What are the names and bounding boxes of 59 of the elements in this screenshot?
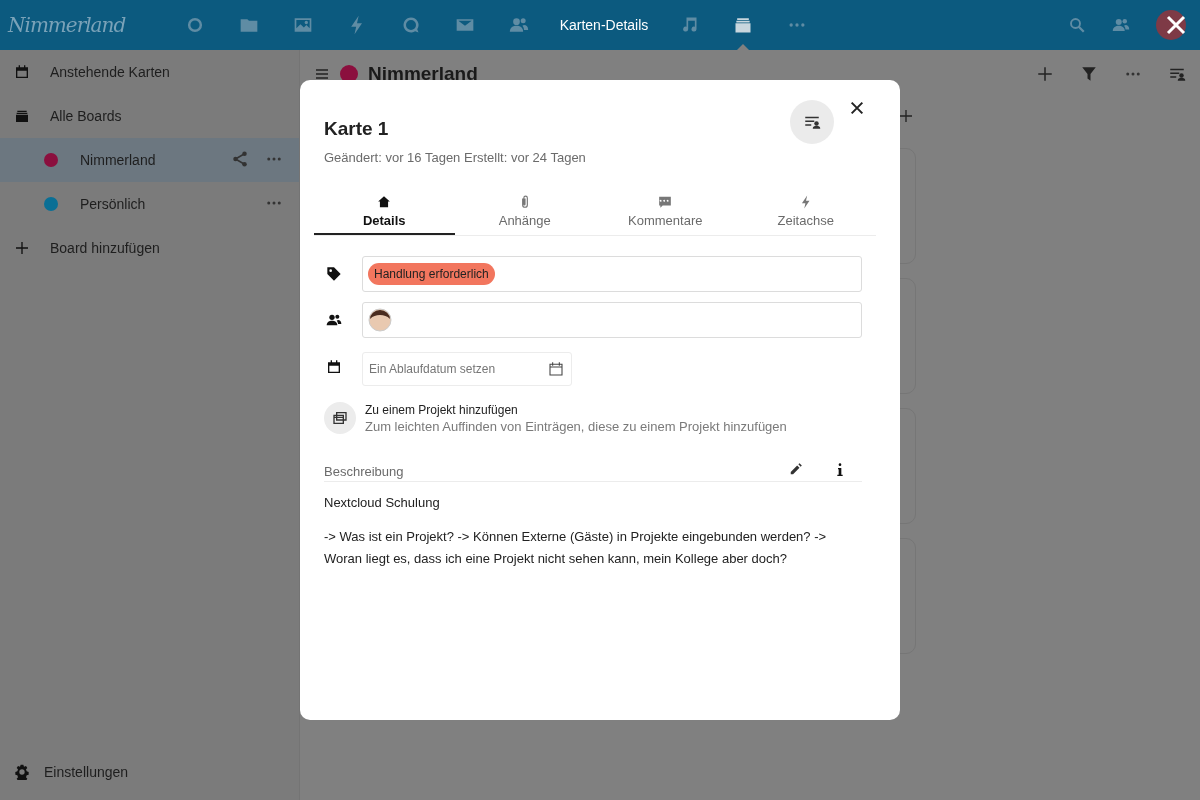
settings-label: Einstellungen: [44, 764, 129, 780]
calendar-icon: [14, 64, 30, 80]
tab[interactable]: Zeitachse: [735, 189, 876, 235]
active-indicator: [737, 44, 749, 50]
card-title: Karte 1: [324, 118, 390, 140]
chat-bubble-icon[interactable]: [401, 15, 421, 35]
plus-icon[interactable]: [898, 108, 914, 124]
assignees-icon: [326, 312, 342, 328]
home-icon: [377, 195, 392, 209]
contacts-icon[interactable]: [509, 15, 529, 35]
calendar-icon[interactable]: [548, 361, 564, 377]
assignees-field[interactable]: [362, 302, 862, 338]
close-icon: [849, 99, 865, 116]
project-title: Zu einem Projekt hinzufügen: [365, 402, 519, 417]
close-icon[interactable]: [1164, 13, 1188, 37]
due-date-field[interactable]: Ein Ablaufdatum setzen: [362, 352, 572, 386]
description-text: -> Was ist ein Projekt? -> Können Externe (Gäste) in Projekte eingebunden werden? -> Woran liegt es, dass ich eine Projekt nicht sehen kann, mein Kollege aber doch?: [324, 528, 828, 568]
details-sidebar-button[interactable]: [790, 100, 834, 144]
windows-icon: [332, 410, 348, 426]
search-icon[interactable]: [1068, 16, 1086, 34]
board-name: Nimmerland: [80, 152, 157, 168]
image-icon[interactable]: [293, 15, 313, 35]
pencil-icon: [789, 461, 803, 476]
circle-icon[interactable]: [185, 15, 205, 35]
sidebar-item[interactable]: Persönlich: [0, 182, 299, 226]
sidebar-label: Alle Boards: [50, 108, 123, 124]
board-title: Nimmerland: [368, 63, 478, 85]
tags-field[interactable]: Handlung erforderlich: [362, 256, 862, 292]
page-title: Karten-Details: [558, 17, 650, 33]
sidebar-item[interactable]: Anstehende Karten: [0, 50, 299, 94]
sidebar-label: Anstehende Karten: [50, 64, 171, 80]
sidebar-item[interactable]: Nimmerland: [0, 138, 299, 182]
avatar: [368, 308, 392, 332]
plus-icon: [14, 240, 30, 256]
calendar-icon: [326, 359, 342, 375]
filter-icon[interactable]: [1080, 65, 1098, 83]
board-name: Persönlich: [80, 196, 147, 212]
share-icon[interactable]: [231, 150, 249, 168]
card-stack-icon[interactable]: [733, 15, 753, 35]
sidebar-item[interactable]: Alle Boards: [0, 94, 299, 138]
tab[interactable]: Details: [314, 189, 455, 235]
card-stack-icon: [14, 108, 30, 124]
tab[interactable]: Kommentare: [595, 189, 736, 235]
sidebar-item[interactable]: Board hinzufügen: [0, 226, 299, 270]
settings-icon: [14, 764, 30, 780]
description-label: Beschreibung: [324, 463, 405, 479]
label-tag: Handlung erforderlich: [368, 263, 495, 285]
contacts-icon[interactable]: [1112, 16, 1130, 34]
card-timestamps: Geändert: vor 16 Tagen Erstellt: vor 24 Tagen: [324, 150, 587, 165]
settings-button[interactable]: Einstellungen: [0, 744, 299, 800]
tab[interactable]: Anhänge: [454, 189, 595, 235]
add-project-button[interactable]: [324, 402, 356, 434]
project-hint: Zum leichten Auffinden von Einträgen, diese zu einem Projekt hinzufügen: [365, 418, 787, 434]
tag-icon: [326, 266, 342, 282]
description-text: Nextcloud Schulung: [324, 494, 441, 512]
menu-icon[interactable]: [314, 66, 330, 82]
logo[interactable]: Nimmerland: [8, 13, 168, 37]
sidebar-label: Board hinzufügen: [50, 240, 161, 256]
comment-icon: [658, 195, 673, 209]
